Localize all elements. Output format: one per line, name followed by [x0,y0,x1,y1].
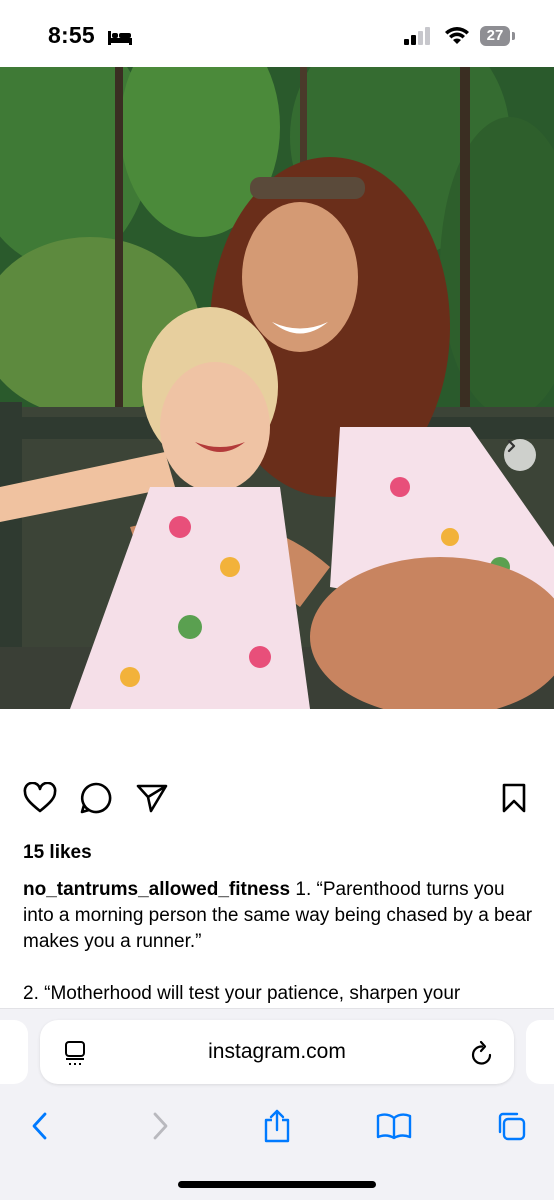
address-url[interactable]: instagram.com [40,1020,514,1084]
save-button[interactable] [496,780,532,816]
caption-username[interactable]: no_tantrums_allowed_fitness [23,879,290,900]
reload-icon[interactable] [470,1040,494,1071]
bookmark-icon [502,783,526,813]
caption-first-paragraph: no_tantrums_allowed_fitness 1. “Parentho… [23,877,533,955]
book-icon [376,1113,412,1140]
comment-icon [80,782,112,814]
post-actions [0,780,554,824]
tabs-button[interactable] [491,1106,531,1146]
bed-icon [107,28,133,51]
chevron-right-icon [153,1112,168,1140]
page-menu-icon[interactable] [64,1040,86,1071]
share-icon [264,1109,290,1143]
battery-level: 27 [480,26,510,46]
bookmarks-button[interactable] [374,1106,414,1146]
back-button[interactable] [20,1106,60,1146]
comment-button[interactable] [78,780,114,816]
chevron-right-icon [507,439,516,453]
cellular-signal-icon [404,27,434,50]
share-button[interactable] [134,780,170,816]
forward-button[interactable] [140,1106,180,1146]
address-bar[interactable]: instagram.com [40,1020,514,1084]
likes-count[interactable]: 15 likes [23,842,92,864]
caption-text-2: 2. “Motherhood will test your patience, … [23,983,461,1004]
photo-illustration [0,67,554,709]
caption-gap [23,955,533,981]
post-caption: no_tantrums_allowed_fitness 1. “Parentho… [23,877,533,1007]
wifi-icon [444,25,470,50]
post-photo[interactable] [0,67,554,709]
status-bar: 8:55 27 [0,0,554,66]
carousel-next-button[interactable] [504,439,536,471]
paper-plane-icon [136,784,168,813]
like-button[interactable] [22,780,58,816]
next-tab-peek[interactable] [526,1020,554,1084]
home-indicator[interactable] [178,1181,376,1188]
share-page-button[interactable] [257,1106,297,1146]
previous-tab-peek[interactable] [0,1020,28,1084]
heart-icon [23,782,57,813]
chevron-left-icon [32,1112,47,1140]
tabs-icon [498,1112,526,1141]
status-time: 8:55 [48,22,95,48]
battery-tip [512,32,515,40]
